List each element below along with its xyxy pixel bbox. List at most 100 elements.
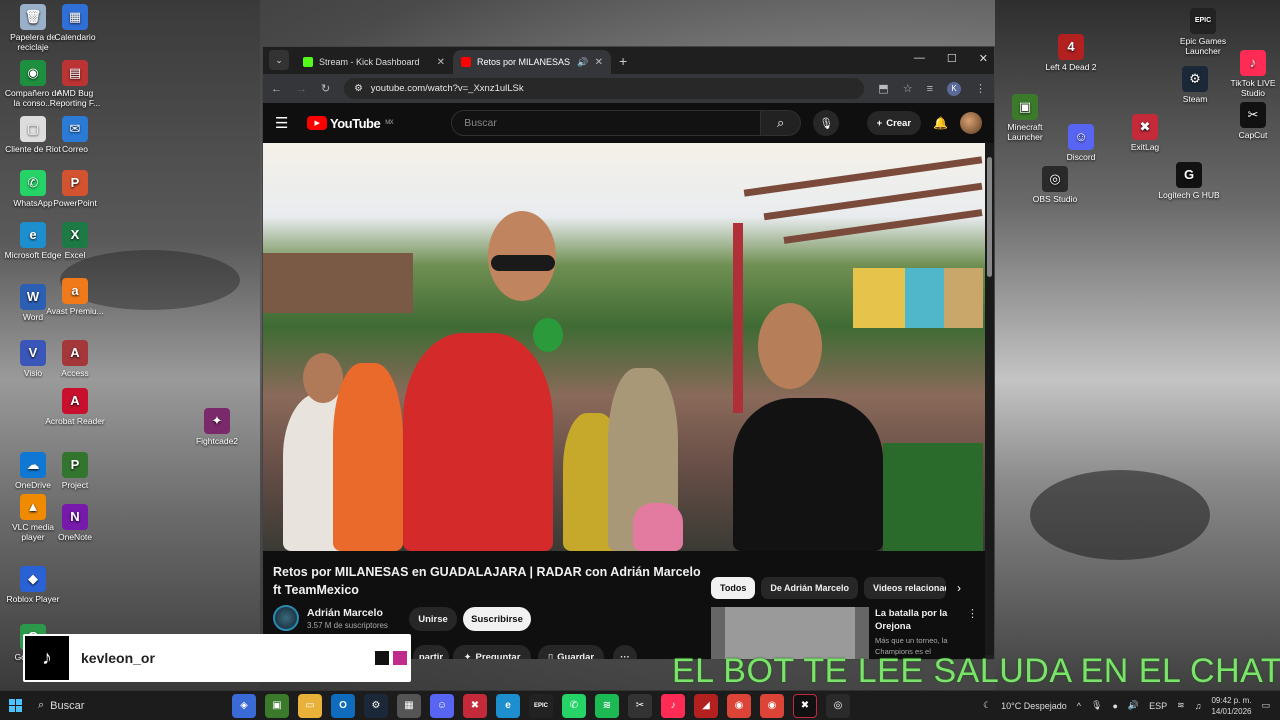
file-explorer-icon[interactable]: ▭ (298, 693, 322, 718)
forward-icon[interactable]: → (296, 83, 307, 95)
browser-menu-icon[interactable]: ⋮ (975, 82, 986, 95)
desktop-shortcut[interactable]: ◆ Roblox Player (2, 566, 64, 604)
install-app-icon[interactable]: ⬒ (878, 82, 888, 95)
desktop-shortcut[interactable]: ☺ Discord (1050, 124, 1112, 162)
chip-todos[interactable]: Todos (711, 577, 756, 599)
scrollbar-thumb[interactable] (987, 157, 992, 277)
chrome-active-icon[interactable]: ◉ (760, 693, 784, 718)
spotify-icon[interactable]: ≋ (595, 693, 619, 718)
chevron-up-icon[interactable]: ^ (1077, 701, 1081, 711)
close-icon[interactable]: ✕ (437, 57, 445, 68)
tab-kick-dashboard[interactable]: Stream - Kick Dashboard ✕ (295, 50, 453, 74)
desktop-shortcut[interactable]: ✖ ExitLag (1114, 114, 1176, 152)
avast-icon: a (62, 278, 88, 304)
desktop-shortcut[interactable]: a Avast Premiu... (44, 278, 106, 316)
desktop-shortcut[interactable]: ✦ Fightcade2 (186, 408, 248, 446)
steam-icon[interactable]: ⚙ (364, 693, 388, 718)
desktop-shortcut[interactable]: ◎ OBS Studio (1024, 166, 1086, 204)
desktop-shortcut[interactable]: 4 Left 4 Dead 2 (1040, 34, 1102, 72)
copilot-icon[interactable]: ◈ (232, 693, 256, 718)
language-indicator[interactable]: ESP (1149, 701, 1167, 711)
speaker-icon[interactable]: ♫ (1195, 701, 1202, 711)
tiktok-live-icon[interactable]: ♪ (661, 693, 685, 718)
chevron-right-icon[interactable]: › (957, 581, 961, 595)
desktop-shortcut[interactable]: A Access (44, 340, 106, 378)
ask-button[interactable]: ✦ Preguntar (453, 645, 531, 659)
reload-icon[interactable]: ↻ (321, 82, 330, 95)
outlook-icon[interactable]: O (331, 693, 355, 718)
tab-search-button[interactable]: ⌄ (269, 50, 289, 70)
store-icon[interactable]: ▦ (397, 693, 421, 718)
youtube-logo[interactable]: ▶ YouTube MX (307, 116, 394, 131)
taskbar-search[interactable]: ⌕ Buscar (30, 699, 220, 712)
search-input[interactable]: Buscar (451, 110, 762, 136)
hamburger-menu-icon[interactable]: ☰ (275, 114, 295, 132)
media-controls-icon[interactable]: ≡ (927, 83, 933, 95)
desktop-shortcut[interactable]: ✂ CapCut (1222, 102, 1280, 140)
channel-name[interactable]: Adrián Marcelo (307, 607, 388, 619)
desktop-shortcut[interactable]: ▤ AMD Bug Reporting F... (44, 60, 106, 108)
capcut-icon[interactable]: ✂ (628, 693, 652, 718)
video-player[interactable] (263, 143, 985, 551)
audio-icon[interactable]: 🔊 (577, 57, 588, 68)
back-icon[interactable]: ← (271, 83, 282, 95)
close-window-button[interactable]: ✕ (979, 52, 988, 65)
mic-tray-icon[interactable]: 🎙 (1091, 700, 1102, 711)
tab-title: Stream - Kick Dashboard (319, 57, 420, 67)
edge-icon[interactable]: e (496, 693, 520, 718)
desktop-shortcut[interactable]: P Project (44, 452, 106, 490)
chrome-icon[interactable]: ◉ (727, 693, 751, 718)
desktop-shortcut[interactable]: ▣ Minecraft Launcher (994, 94, 1056, 142)
chip-related[interactable]: Videos relacionad (864, 577, 947, 599)
wifi-icon[interactable]: ≋ (1177, 700, 1185, 711)
desktop-shortcut[interactable]: G Logitech G HUB (1158, 162, 1220, 200)
chip-channel[interactable]: De Adrián Marcelo (761, 577, 859, 599)
desktop-shortcut[interactable]: N OneNote (44, 504, 106, 542)
close-icon[interactable]: ✕ (595, 57, 603, 68)
game-icon[interactable]: ◢ (694, 693, 718, 718)
maximize-button[interactable]: ☐ (947, 52, 957, 65)
more-actions-button[interactable]: ··· (613, 645, 637, 659)
rec-title[interactable]: La batalla por la Orejona (875, 607, 955, 633)
desktop-shortcut-label: Minecraft Launcher (1007, 122, 1043, 142)
desktop-shortcut[interactable]: ⚙ Steam (1164, 66, 1226, 104)
notifications-bell-icon[interactable]: 🔔 (933, 116, 948, 130)
desktop-shortcut[interactable]: P PowerPoint (44, 170, 106, 208)
site-info-icon[interactable]: ⚙ (354, 83, 363, 94)
user-avatar[interactable] (960, 112, 982, 134)
desktop-shortcut[interactable]: ▦ Calendario (44, 4, 106, 42)
clock[interactable]: 09:42 p. m. 14/01/2026 (1211, 695, 1251, 717)
exitlag-active-icon[interactable]: ✖ (793, 693, 817, 718)
weather-text[interactable]: 10°C Despejado (1001, 701, 1067, 711)
search-button[interactable]: ⌕ (761, 110, 802, 136)
bookmark-star-icon[interactable]: ☆ (903, 82, 913, 95)
discord-icon[interactable]: ☺ (430, 693, 454, 718)
volume-icon[interactable]: 🔊 (1128, 700, 1139, 711)
rec-menu-icon[interactable]: ⋮ (967, 607, 978, 620)
desktop-shortcut[interactable]: ♪ TikTok LIVE Studio (1222, 50, 1280, 98)
new-tab-button[interactable]: + (619, 53, 627, 69)
channel-avatar[interactable] (273, 605, 299, 631)
notifications-icon[interactable]: ▭ (1261, 700, 1270, 711)
whatsapp-icon[interactable]: ✆ (562, 693, 586, 718)
desktop-shortcut[interactable]: EPIC Epic Games Launcher (1172, 8, 1234, 56)
desktop-shortcut[interactable]: X Excel (44, 222, 106, 260)
desktop-shortcut[interactable]: ✉ Correo (44, 116, 106, 154)
save-button[interactable]: ▯ Guardar (538, 645, 604, 659)
obs-icon[interactable]: ◎ (826, 693, 850, 718)
start-button[interactable] (0, 699, 30, 712)
minecraft-icon[interactable]: ▣ (265, 693, 289, 718)
profile-avatar[interactable]: K (947, 81, 961, 96)
join-button[interactable]: Unirse (409, 607, 457, 631)
avast-tray-icon[interactable]: ● (1112, 701, 1117, 711)
subscribe-button[interactable]: Suscribirse (463, 607, 531, 631)
epic-games-icon[interactable]: EPIC (529, 693, 553, 718)
voice-search-button[interactable]: 🎙 (813, 110, 840, 136)
create-button[interactable]: + Crear (866, 111, 922, 135)
url-field[interactable]: ⚙ youtube.com/watch?v=_Xxnz1ulLSk (344, 78, 865, 99)
desktop-shortcut[interactable]: A Acrobat Reader (44, 388, 106, 426)
minimize-button[interactable]: — (914, 52, 925, 65)
share-button[interactable]: partir (413, 645, 449, 659)
exitlag-icon[interactable]: ✖ (463, 693, 487, 718)
tab-youtube-video[interactable]: Retos por MILANESAS en G 🔊 ✕ (453, 50, 611, 74)
